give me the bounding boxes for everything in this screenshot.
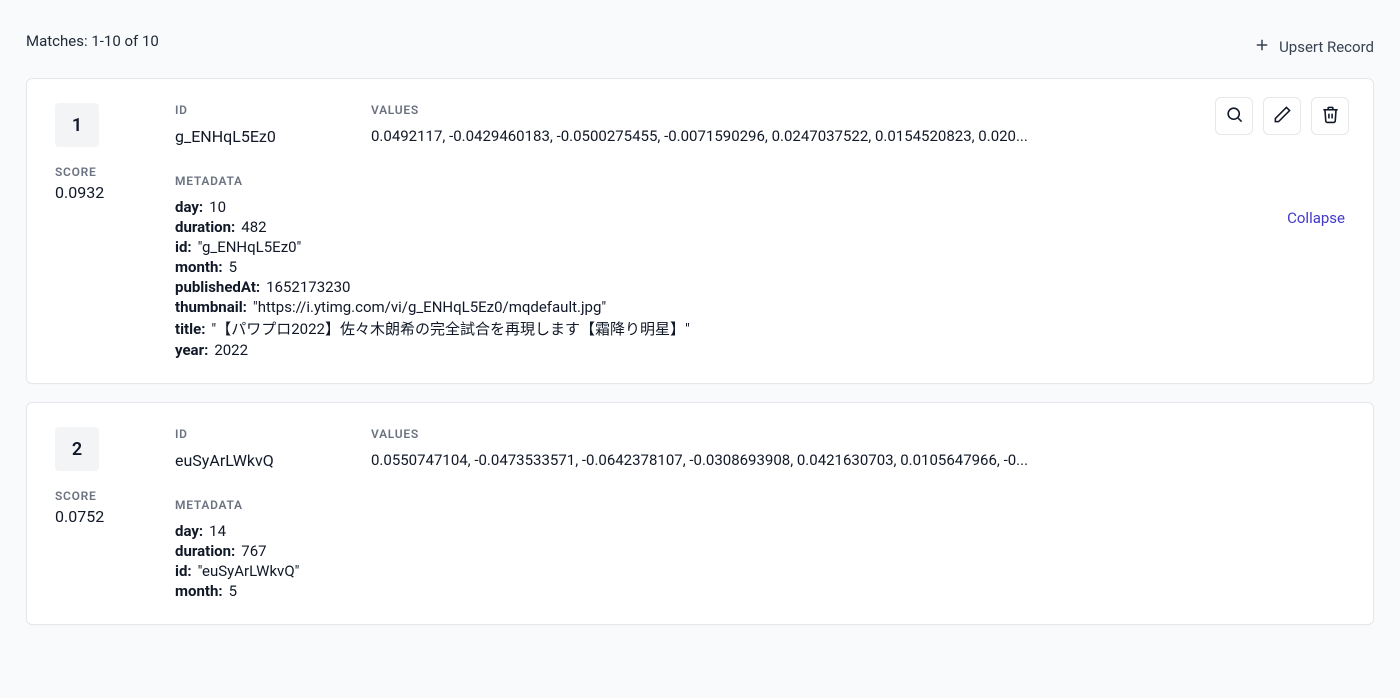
delete-button[interactable] xyxy=(1311,97,1349,135)
metadata-key: month: xyxy=(175,582,223,600)
metadata-value: 5 xyxy=(229,582,237,600)
upsert-record-label: Upsert Record xyxy=(1279,38,1374,56)
id-header: ID xyxy=(175,103,347,117)
metadata-row: thumbnail: "https://i.ytimg.com/vi/g_ENHq… xyxy=(175,298,1345,316)
record-actions xyxy=(1215,97,1349,135)
metadata-row: duration: 482 xyxy=(175,218,1345,236)
metadata-key: year: xyxy=(175,341,208,359)
metadata-header: METADATA xyxy=(175,174,1345,188)
metadata-key: publishedAt: xyxy=(175,278,260,296)
metadata-value: "https://i.ytimg.com/vi/g_ENHqL5Ez0/mqde… xyxy=(253,298,606,316)
metadata-value: "euSyArLWkvQ" xyxy=(198,562,300,580)
metadata-row: id: "euSyArLWkvQ" xyxy=(175,562,1345,580)
id-header: ID xyxy=(175,427,347,441)
metadata-value: 482 xyxy=(241,218,266,236)
search-button[interactable] xyxy=(1215,97,1253,135)
values-header: VALUES xyxy=(371,427,1345,441)
top-bar: Matches: 1-10 of 10 Upsert Record xyxy=(26,0,1374,78)
metadata-value: 14 xyxy=(209,522,226,540)
matches-count: Matches: 1-10 of 10 xyxy=(26,32,159,50)
metadata-value: "【パワプロ2022】佐々木朗希の完全試合を再現します【霜降り明星】" xyxy=(211,320,689,338)
metadata-value: "g_ENHqL5Ez0" xyxy=(198,238,302,256)
record-card: 2 SCORE 0.0752 ID euSyArLWkvQ VALUES 0.0550747… xyxy=(26,402,1374,625)
metadata-key: title: xyxy=(175,320,205,338)
record-id: g_ENHqL5Ez0 xyxy=(175,127,347,146)
values-header: VALUES xyxy=(371,103,1345,117)
metadata-key: month: xyxy=(175,258,223,276)
metadata-row: month: 5 xyxy=(175,582,1345,600)
record-card: 1 SCORE 0.0932 ID g_ENHqL5Ez0 VALUES 0.0492117… xyxy=(26,78,1374,384)
metadata-key: thumbnail: xyxy=(175,298,247,316)
metadata-key: duration: xyxy=(175,542,235,560)
rank-badge: 2 xyxy=(55,427,99,471)
metadata-value: 1652173230 xyxy=(266,278,350,296)
score-value: 0.0932 xyxy=(55,183,104,202)
metadata-key: id: xyxy=(175,562,192,580)
metadata-key: day: xyxy=(175,198,203,216)
search-icon xyxy=(1225,105,1244,128)
upsert-record-button[interactable]: Upsert Record xyxy=(1253,36,1374,58)
pencil-icon xyxy=(1273,105,1292,128)
metadata-row: day: 14 xyxy=(175,522,1345,540)
metadata-row: title: "【パワプロ2022】佐々木朗希の完全試合を再現します【霜降り明星】… xyxy=(175,318,1345,339)
score-label: SCORE xyxy=(55,165,96,179)
metadata-value: 2022 xyxy=(214,341,248,359)
plus-icon xyxy=(1253,36,1271,58)
rank-badge: 1 xyxy=(55,103,99,147)
metadata-key: day: xyxy=(175,522,203,540)
metadata-row: publishedAt: 1652173230 xyxy=(175,278,1345,296)
record-values: 0.0492117, -0.0429460183, -0.0500275455,… xyxy=(371,127,1131,145)
metadata-row: duration: 767 xyxy=(175,542,1345,560)
collapse-link[interactable]: Collapse xyxy=(1287,209,1345,227)
metadata-header: METADATA xyxy=(175,498,1345,512)
score-value: 0.0752 xyxy=(55,507,104,526)
metadata-value: 5 xyxy=(229,258,237,276)
metadata-key: duration: xyxy=(175,218,235,236)
metadata-row: year: 2022 xyxy=(175,341,1345,359)
trash-icon xyxy=(1321,105,1340,128)
metadata-row: id: "g_ENHqL5Ez0" xyxy=(175,238,1345,256)
metadata-value: 10 xyxy=(209,198,226,216)
metadata-row: day: 10 xyxy=(175,198,1345,216)
record-values: 0.0550747104, -0.0473533571, -0.06423781… xyxy=(371,451,1131,469)
metadata-value: 767 xyxy=(241,542,266,560)
metadata-key: id: xyxy=(175,238,192,256)
record-id: euSyArLWkvQ xyxy=(175,451,347,470)
score-label: SCORE xyxy=(55,489,96,503)
edit-button[interactable] xyxy=(1263,97,1301,135)
metadata-row: month: 5 xyxy=(175,258,1345,276)
